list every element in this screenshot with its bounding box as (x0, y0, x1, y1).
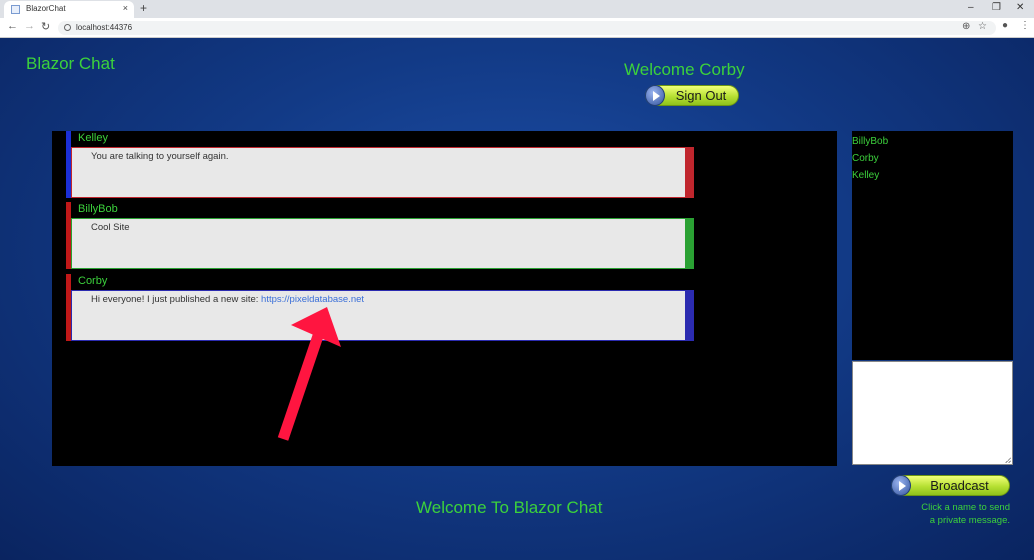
browser-tab[interactable]: BlazorChat × (4, 1, 134, 18)
chat-message: Kelley You are talking to yourself again… (66, 131, 694, 198)
resize-handle-icon[interactable] (1005, 457, 1011, 463)
message-username[interactable]: Kelley (78, 132, 108, 144)
zoom-icon[interactable]: ⊕ (962, 21, 970, 32)
forward-icon[interactable]: → (24, 20, 35, 32)
message-box: Hi everyone! I just published a new site… (71, 290, 694, 341)
message-link[interactable]: https://pixeldatabase.net (261, 294, 364, 305)
arrow-right-icon (645, 85, 665, 106)
arrow-right-icon (891, 475, 911, 496)
url-text[interactable]: localhost:44376 (76, 23, 132, 32)
message-username[interactable]: BillyBob (78, 203, 118, 215)
info-icon[interactable] (64, 23, 71, 32)
browser-tab-bar: BlazorChat × + – ❐ ✕ (0, 0, 1034, 18)
back-icon[interactable]: ← (7, 20, 18, 32)
app-title: Blazor Chat (26, 54, 115, 73)
chat-message: BillyBob Cool Site (66, 202, 694, 269)
sign-out-label: Sign Out (675, 88, 727, 103)
footer-welcome-text: Welcome To Blazor Chat (416, 498, 603, 517)
tab-title: BlazorChat (26, 4, 66, 13)
address-bar[interactable]: localhost:44376 ⊕ ☆ (58, 21, 996, 35)
user-list-item[interactable]: Corby (852, 153, 879, 164)
restore-icon[interactable]: ❐ (992, 2, 1001, 13)
message-username[interactable]: Corby (78, 275, 107, 287)
browser-toolbar: ← → ↻ localhost:44376 ⊕ ☆ ● ⋮ (0, 18, 1034, 38)
account-icon[interactable]: ● (1002, 20, 1008, 31)
message-box: You are talking to yourself again. (71, 147, 694, 198)
chat-messages-panel[interactable]: Kelley You are talking to yourself again… (52, 131, 837, 466)
user-list-item[interactable]: Kelley (852, 170, 879, 181)
page-favicon-icon (11, 5, 20, 14)
blazor-chat-page: Blazor Chat Welcome Corby Sign Out Kelle… (0, 38, 1034, 560)
welcome-user-text: Welcome Corby (624, 60, 745, 79)
close-window-icon[interactable]: ✕ (1016, 2, 1024, 13)
message-input[interactable] (852, 361, 1013, 465)
broadcast-label: Broadcast (930, 478, 989, 493)
tab-close-icon[interactable]: × (123, 3, 128, 13)
private-message-hint: Click a name to send a private message. (921, 502, 1010, 526)
reload-icon[interactable]: ↻ (41, 20, 50, 33)
online-users-list: BillyBob Corby Kelley (852, 131, 1013, 360)
bookmark-star-icon[interactable]: ☆ (978, 21, 987, 32)
new-tab-icon[interactable]: + (140, 1, 147, 15)
menu-icon[interactable]: ⋮ (1020, 20, 1030, 31)
broadcast-button[interactable]: Broadcast (891, 475, 1010, 496)
message-text: Cool Site (91, 222, 130, 233)
minimize-icon[interactable]: – (968, 2, 974, 13)
chat-message: Corby Hi everyone! I just published a ne… (66, 274, 694, 341)
message-box: Cool Site (71, 218, 694, 269)
message-text: Hi everyone! I just published a new site… (91, 294, 365, 305)
user-list-item[interactable]: BillyBob (852, 136, 888, 147)
sign-out-button[interactable]: Sign Out (645, 85, 739, 106)
message-text: You are talking to yourself again. (91, 151, 229, 162)
